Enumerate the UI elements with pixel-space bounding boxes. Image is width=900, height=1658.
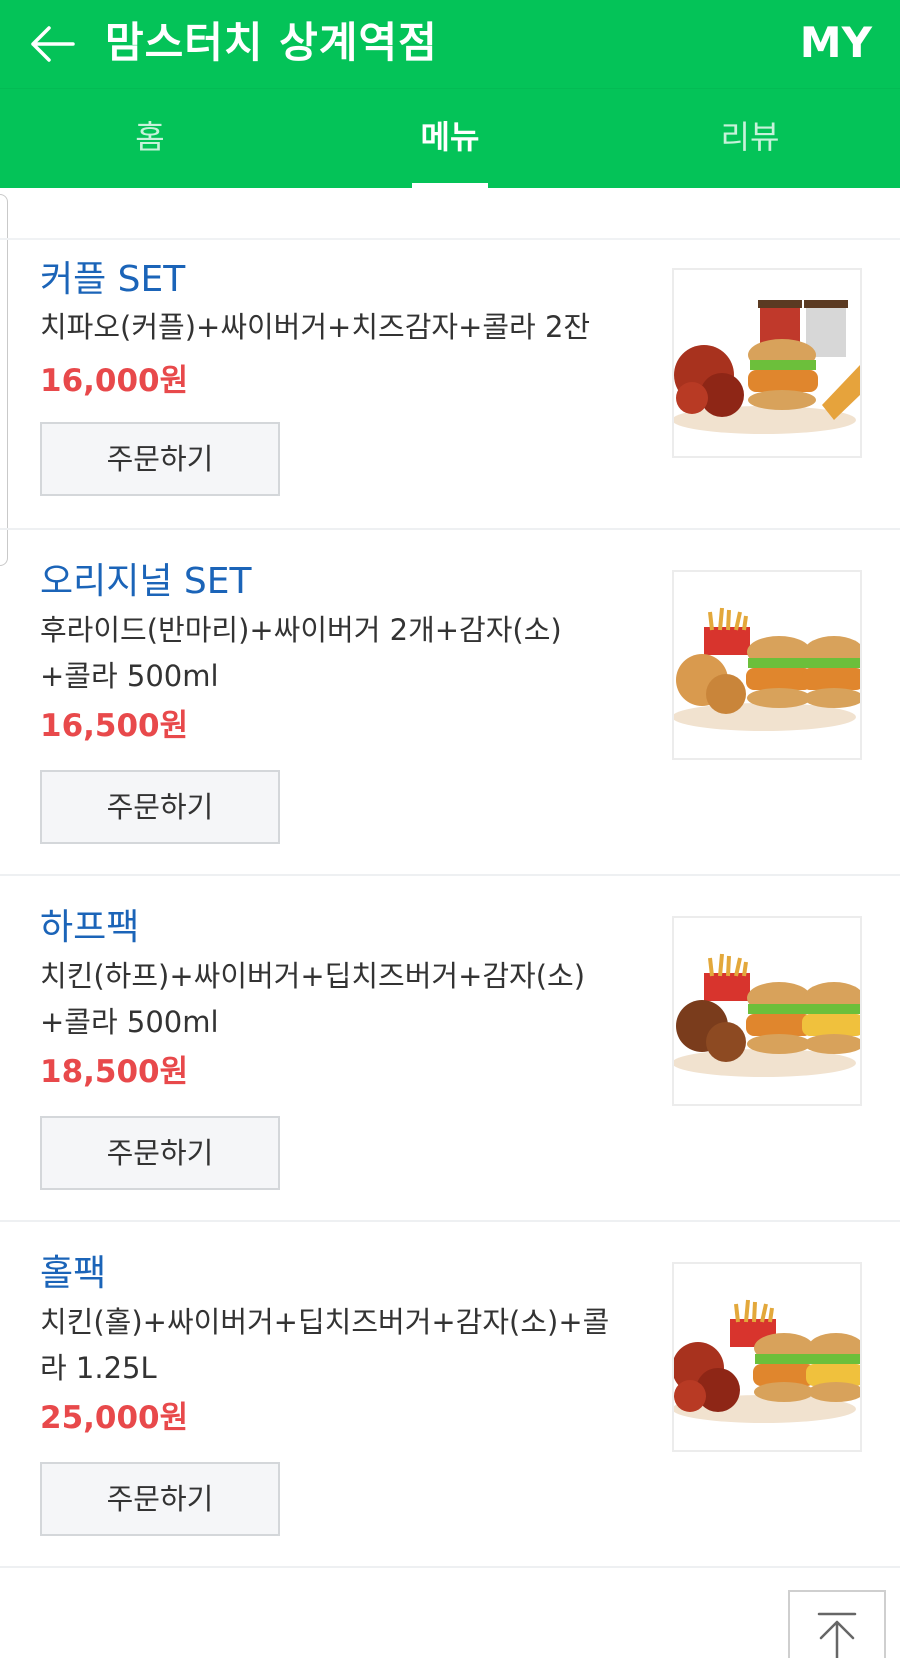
menu-item-description: 치파오(커플)+싸이버거+치즈감자+콜라 2잔 <box>40 310 591 344</box>
menu-item-image[interactable] <box>672 570 862 760</box>
whole-pack-food-photo-icon <box>674 1264 860 1450</box>
tab-review[interactable]: 리뷰 <box>600 89 900 188</box>
menu-item-name: 홀팩 <box>40 1253 107 1294</box>
tab-home[interactable]: 홈 <box>0 89 300 188</box>
couple-set-food-photo-icon <box>674 270 860 456</box>
tab-label: 메뉴 <box>420 118 480 156</box>
menu-item-description: 치킨(홀)+싸이버거+딥치즈버거+감자(소)+콜 라 1.25L <box>40 1305 610 1385</box>
menu-item-price: 25,000원 <box>40 1400 189 1436</box>
store-title: 맘스터치 상계역점 <box>105 18 438 67</box>
original-set-food-photo-icon <box>674 572 860 758</box>
tab-label: 리뷰 <box>720 118 780 156</box>
menu-item[interactable]: 홀팩 치킨(홀)+싸이버거+딥치즈버거+감자(소)+콜 라 1.25L 25,0… <box>0 1222 900 1568</box>
menu-item-image[interactable] <box>672 916 862 1106</box>
menu-item-price: 18,500원 <box>40 1054 189 1090</box>
scroll-to-top-button[interactable] <box>788 1590 886 1658</box>
menu-item-image[interactable] <box>672 268 862 458</box>
menu-item-price: 16,000원 <box>40 363 189 399</box>
menu-item[interactable]: 오리지널 SET 후라이드(반마리)+싸이버거 2개+감자(소) +콜라 500… <box>0 530 900 876</box>
tab-label: 홈 <box>135 118 165 156</box>
my-page-button[interactable]: MY <box>800 10 872 76</box>
menu-list[interactable]: 커플 SET 치파오(커플)+싸이버거+치즈감자+콜라 2잔 16,000원 주… <box>0 188 900 1658</box>
order-button[interactable]: 주문하기 <box>40 1116 280 1190</box>
arrow-up-icon <box>817 1612 857 1658</box>
tab-bar: 홈 메뉴 리뷰 <box>0 88 900 188</box>
order-button[interactable]: 주문하기 <box>40 770 280 844</box>
menu-item-description: 후라이드(반마리)+싸이버거 2개+감자(소) +콜라 500ml <box>40 613 562 693</box>
order-button[interactable]: 주문하기 <box>40 1462 280 1536</box>
menu-item-name: 커플 SET <box>40 259 186 300</box>
tab-menu[interactable]: 메뉴 <box>300 89 600 188</box>
back-button[interactable] <box>22 14 82 74</box>
half-pack-food-photo-icon <box>674 918 860 1104</box>
order-button[interactable]: 주문하기 <box>40 422 280 496</box>
arrow-left-icon <box>31 26 75 62</box>
menu-item-name: 하프팩 <box>40 907 140 948</box>
menu-item-image[interactable] <box>672 1262 862 1452</box>
menu-item-price: 16,500원 <box>40 708 189 744</box>
menu-item-description: 치킨(하프)+싸이버거+딥치즈버거+감자(소) +콜라 500ml <box>40 959 586 1039</box>
menu-item-name: 오리지널 SET <box>40 561 252 602</box>
app-header: 맘스터치 상계역점 MY <box>0 0 900 88</box>
menu-item[interactable]: 하프팩 치킨(하프)+싸이버거+딥치즈버거+감자(소) +콜라 500ml 18… <box>0 876 900 1222</box>
menu-item[interactable]: 커플 SET 치파오(커플)+싸이버거+치즈감자+콜라 2잔 16,000원 주… <box>0 240 900 530</box>
